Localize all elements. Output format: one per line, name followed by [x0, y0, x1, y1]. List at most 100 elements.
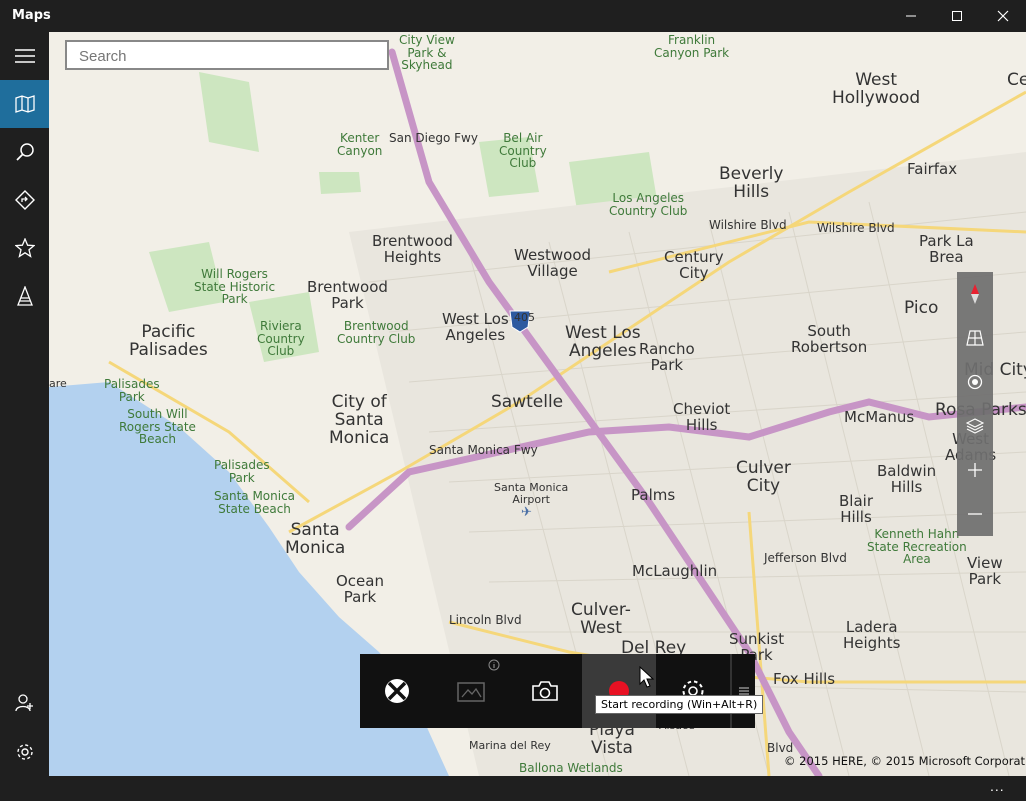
- minimize-icon: [906, 15, 916, 17]
- record-that-icon: [457, 682, 485, 702]
- map-label: Blvd: [767, 741, 794, 755]
- map-label: West Hollywood: [832, 70, 921, 108]
- location-icon: [967, 374, 983, 390]
- map-icon: [14, 95, 35, 113]
- layers-icon: [966, 418, 984, 434]
- map-label: Palisades Park: [214, 458, 270, 485]
- maximize-button[interactable]: [934, 0, 980, 32]
- map-label: Santa Monica: [285, 520, 346, 558]
- more-options-button[interactable]: ...: [990, 778, 1005, 794]
- airport-icon: ✈: [521, 504, 532, 519]
- locate-me-button[interactable]: [957, 360, 993, 404]
- map-label: Ce: [1007, 70, 1026, 90]
- map-label: Bel Air Country Club: [499, 131, 547, 171]
- xbox-icon: [385, 679, 409, 703]
- map-label: McLaughlin: [632, 562, 718, 580]
- map-label: Riviera Country Club: [257, 319, 305, 359]
- map-label: Rancho Park: [639, 340, 695, 374]
- map-label: Palms: [631, 486, 676, 504]
- 3d-cities-icon: [16, 286, 33, 306]
- add-user-icon: [14, 694, 33, 712]
- close-icon: [997, 10, 1009, 22]
- map-label: Cheviot Hills: [673, 400, 731, 434]
- search-input[interactable]: [77, 42, 381, 70]
- map-label: Brentwood Country Club: [337, 319, 416, 346]
- game-bar: [360, 654, 755, 728]
- title-bar: Maps: [0, 0, 1026, 32]
- xbox-app-button[interactable]: [360, 654, 434, 728]
- sign-in-button[interactable]: [0, 679, 49, 727]
- info-icon: [488, 659, 500, 671]
- map-label: Santa Monica State Beach: [214, 489, 296, 516]
- map-label: Santa Monica Airport: [494, 481, 569, 506]
- sidebar-item-directions[interactable]: [0, 176, 49, 224]
- map-label: Brentwood Park: [307, 278, 388, 312]
- map-label: Pico: [904, 298, 939, 318]
- maximize-icon: [952, 11, 962, 21]
- hamburger-icon: [14, 49, 35, 63]
- map-label: Blair Hills: [839, 492, 873, 526]
- map-label: McManus: [844, 408, 915, 426]
- map-label: City View Park & Skyhead: [399, 33, 455, 73]
- directions-icon: [14, 190, 35, 210]
- settings-button[interactable]: [0, 728, 49, 776]
- map-controls: [957, 272, 993, 536]
- map-label: San Diego Fwy: [389, 131, 478, 145]
- map-label: Los Angeles Country Club: [609, 191, 688, 218]
- gear-icon: [16, 744, 33, 760]
- record-tooltip: Start recording (Win+Alt+R): [595, 695, 764, 714]
- map-label: Brentwood Heights: [372, 232, 453, 266]
- app-bar: ...: [0, 776, 1026, 801]
- game-bar-settings-button[interactable]: [656, 654, 730, 728]
- map-label: Century City: [664, 248, 724, 282]
- map-label: Westwood Village: [514, 246, 592, 280]
- sidebar-item-favorites[interactable]: [0, 224, 49, 272]
- tilt-button[interactable]: [957, 316, 993, 360]
- map-label: West Los Angeles: [565, 323, 641, 361]
- map-label: Baldwin Hills: [877, 462, 937, 496]
- search-box[interactable]: [65, 40, 389, 70]
- record-that-button[interactable]: [434, 654, 508, 728]
- tilt-grid-icon: [966, 330, 984, 346]
- sidebar-item-map[interactable]: [0, 80, 49, 128]
- map-label: Sawtelle: [491, 392, 564, 412]
- map-label: South Robertson: [791, 322, 868, 356]
- map-label: Fairfax: [907, 160, 958, 178]
- sidebar: [0, 32, 49, 776]
- map-label: City of Santa Monica: [329, 392, 390, 448]
- drag-handle[interactable]: [732, 654, 755, 728]
- close-button[interactable]: [980, 0, 1026, 32]
- hamburger-button[interactable]: [0, 32, 49, 80]
- map-label: Santa Monica Fwy: [429, 443, 538, 457]
- minimize-button[interactable]: [888, 0, 934, 32]
- map-label: Lincoln Blvd: [449, 613, 522, 627]
- map-label: Beverly Hills: [719, 164, 784, 202]
- camera-icon: [532, 681, 558, 701]
- mouse-cursor-icon: [639, 666, 655, 688]
- plus-icon: [968, 463, 982, 477]
- map-label: West Los Angeles: [442, 310, 509, 344]
- map-label: Kenter Canyon: [337, 131, 383, 158]
- sidebar-item-3d-cities[interactable]: [0, 272, 49, 320]
- map-label: Franklin Canyon Park: [654, 33, 730, 60]
- map-copyright: © 2015 HERE, © 2015 Microsoft Corporatio…: [784, 754, 1026, 768]
- compass-button[interactable]: [957, 272, 993, 316]
- map-label: Culver- West: [571, 600, 631, 638]
- map-canvas[interactable]: ✈ City View Park & Skyhead Franklin Canyo…: [49, 32, 1026, 776]
- minus-icon: [968, 513, 982, 515]
- map-label: Park La Brea: [919, 232, 974, 266]
- star-icon: [14, 238, 35, 258]
- map-views-button[interactable]: [957, 404, 993, 448]
- map-label: Pacific Palisades: [129, 322, 208, 360]
- map-label: are: [49, 377, 67, 390]
- map-label: Will Rogers State Historic Park: [194, 267, 276, 307]
- map-label: Wilshire Blvd: [817, 221, 895, 235]
- zoom-in-button[interactable]: [957, 448, 993, 492]
- map-label: 405: [514, 311, 535, 324]
- zoom-out-button[interactable]: [957, 492, 993, 536]
- screenshot-button[interactable]: [508, 654, 582, 728]
- sidebar-item-search[interactable]: [0, 128, 49, 176]
- search-icon: [15, 143, 34, 161]
- map-label: Marina del Rey: [469, 739, 551, 752]
- map-label: South Will Rogers State Beach: [119, 407, 196, 447]
